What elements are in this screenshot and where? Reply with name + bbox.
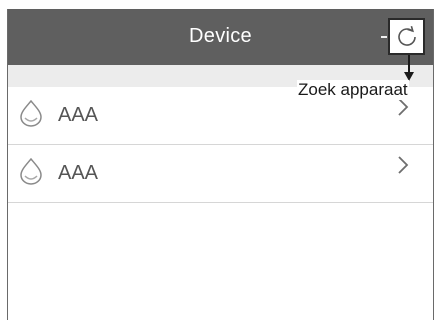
header-dash: [381, 36, 387, 38]
refresh-icon: [397, 25, 416, 46]
page-title: Device: [189, 25, 252, 47]
device-name: AAA: [58, 104, 99, 126]
app-screen: Device AAA AAA: [7, 9, 434, 320]
chevron-right-icon: [398, 156, 409, 174]
device-name: AAA: [58, 162, 99, 184]
callout-line: [408, 55, 410, 73]
callout-label: Zoek apparaat: [297, 80, 409, 100]
header-bar: Device: [8, 9, 433, 65]
refresh-button[interactable]: [388, 18, 425, 55]
water-drop-icon: [20, 157, 42, 185]
device-list: AAA AAA: [8, 87, 433, 203]
device-list-item[interactable]: AAA: [8, 145, 433, 203]
water-drop-icon: [20, 99, 42, 127]
